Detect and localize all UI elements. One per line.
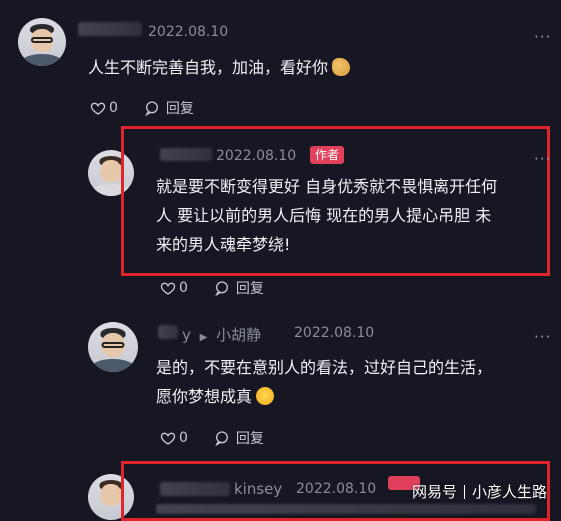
reply-arrow-icon: ▶ (199, 332, 208, 343)
comment-text: 就是要不断变得更好 自身优秀就不畏惧离开任何 人 要让以前的男人后悔 现在的男人… (156, 172, 497, 259)
comment-line: 人 要让以前的男人后悔 现在的男人提心吊胆 未 (156, 206, 492, 225)
comment-text-blurred (156, 504, 536, 514)
comment-line: 是的，不要在意别人的看法，过好自己的生活， (156, 358, 493, 377)
more-icon[interactable]: ··· (534, 28, 551, 46)
grin-emoji (256, 387, 275, 405)
comment-line: 愿你梦想成真 (156, 387, 253, 406)
reply-button[interactable]: 回复 (236, 278, 264, 298)
heart-icon[interactable] (160, 430, 176, 446)
watermark-brand: 网易号 (411, 483, 457, 501)
reply-button[interactable]: 回复 (236, 428, 264, 448)
username-suffix[interactable]: y (182, 326, 191, 344)
watermark-author: 小彦人生路 (471, 483, 547, 501)
username-blurred[interactable] (158, 325, 178, 339)
flexed-arm-emoji (332, 58, 351, 76)
comment-date: 2022.08.10 (296, 481, 377, 497)
avatar[interactable] (18, 18, 66, 66)
heart-icon[interactable] (160, 280, 176, 296)
comment-text: 是的，不要在意别人的看法，过好自己的生活， 愿你梦想成真 (156, 353, 492, 411)
comment-date: 2022.08.10 (216, 148, 297, 164)
comment-actions: 0 回复 (160, 278, 264, 298)
author-badge: 作者 (310, 146, 345, 164)
like-count: 0 (179, 430, 188, 446)
reply-button[interactable]: 回复 (166, 98, 194, 118)
comment-text: 人生不断完善自我，加油，看好你 (88, 53, 351, 82)
comment-line-with-emoji: 愿你梦想成真 (156, 382, 492, 411)
like-count: 0 (109, 100, 118, 116)
username-blurred[interactable] (160, 482, 230, 496)
watermark-divider (463, 485, 465, 499)
reply-icon[interactable] (214, 430, 230, 446)
comment-date: 2022.08.10 (294, 325, 375, 341)
username-blurred[interactable] (78, 22, 142, 36)
avatar[interactable] (88, 322, 138, 372)
comment-actions: 0 回复 (160, 428, 264, 448)
comment-date: 2022.08.10 (148, 24, 229, 40)
heart-icon[interactable] (90, 100, 106, 116)
username-blurred[interactable] (160, 148, 212, 161)
comment-text-body: 人生不断完善自我，加油，看好你 (88, 58, 329, 77)
reply-to-user[interactable]: 小胡静 (216, 326, 261, 344)
watermark: 网易号 小彦人生路 (412, 481, 547, 502)
more-icon[interactable]: ··· (534, 150, 551, 168)
reply-icon[interactable] (144, 100, 160, 116)
reply-header: y ▶ 小胡静 (182, 324, 261, 345)
reply-to-user[interactable]: kinsey (234, 480, 282, 498)
comment-line: 来的男人魂牵梦绕! (156, 235, 291, 254)
comment-actions: 0 回复 (90, 98, 194, 118)
more-icon[interactable]: ··· (534, 328, 551, 346)
comment-line: 就是要不断变得更好 自身优秀就不畏惧离开任何 (156, 177, 498, 196)
reply-icon[interactable] (214, 280, 230, 296)
like-count: 0 (179, 280, 188, 296)
